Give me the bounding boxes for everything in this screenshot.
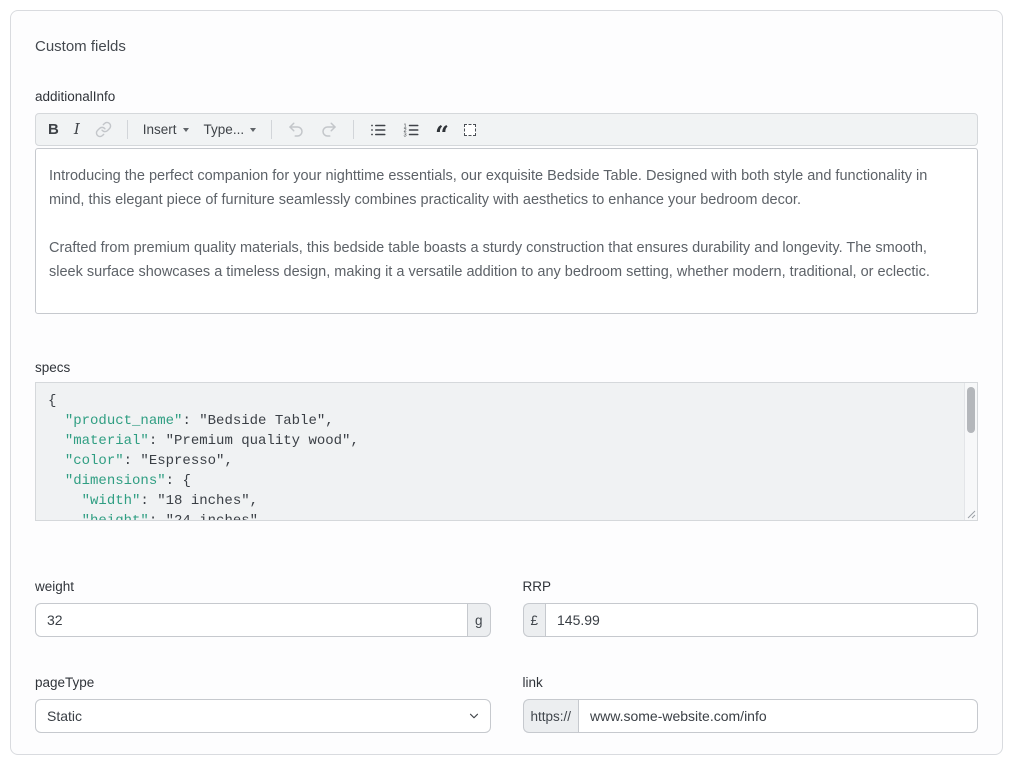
specs-code-line: {	[48, 391, 965, 411]
editor-paragraph: Crafted from premium quality materials, …	[49, 236, 964, 284]
scrollbar-thumb[interactable]	[967, 387, 975, 433]
blockquote-button[interactable]: “	[435, 119, 449, 141]
svg-text:3: 3	[404, 132, 407, 138]
specs-code-line: "dimensions": {	[48, 471, 965, 491]
bullet-list-icon	[369, 121, 387, 139]
link-input-group: https://	[523, 699, 979, 733]
ordered-list-button[interactable]: 1 2 3	[402, 119, 420, 141]
redo-icon	[320, 121, 338, 139]
ordered-list-icon: 1 2 3	[402, 121, 420, 139]
link-icon	[95, 121, 112, 138]
toolbar-divider	[271, 120, 272, 139]
field-row-1: weight g RRP £	[35, 579, 978, 637]
horizontal-rule-button[interactable]	[464, 119, 476, 141]
toolbar-divider	[127, 120, 128, 139]
toolbar-divider	[353, 120, 354, 139]
specs-code-line: "product_name": "Bedside Table",	[48, 411, 965, 431]
rrp-field-group: RRP £	[523, 579, 979, 637]
specs-code: { "product_name": "Bedside Table", "mate…	[36, 383, 977, 521]
type-dropdown[interactable]: Type...	[204, 119, 257, 141]
bullet-list-button[interactable]	[369, 119, 387, 141]
chevron-down-icon	[250, 128, 256, 132]
undo-icon	[287, 121, 305, 139]
chevron-down-icon	[183, 128, 189, 132]
page-type-label: pageType	[35, 675, 491, 690]
page-type-select[interactable]: Static	[35, 699, 491, 733]
link-input[interactable]	[578, 699, 978, 733]
specs-label: specs	[35, 360, 978, 375]
section-title: Custom fields	[35, 11, 978, 55]
insert-dropdown[interactable]: Insert	[143, 119, 189, 141]
resize-handle-icon[interactable]	[965, 508, 976, 519]
scrollbar-track[interactable]	[964, 383, 977, 520]
italic-button[interactable]: I	[74, 119, 80, 141]
additional-info-label: additionalInfo	[35, 89, 978, 104]
rrp-currency-addon: £	[523, 603, 546, 637]
weight-unit-addon: g	[468, 603, 491, 637]
bold-button[interactable]: B	[48, 119, 59, 141]
link-label: link	[523, 675, 979, 690]
rrp-label: RRP	[523, 579, 979, 594]
rte-toolbar: B I Insert Type...	[35, 113, 978, 146]
weight-input-group: g	[35, 603, 491, 637]
custom-fields-panel: Custom fields additionalInfo B I Insert …	[10, 10, 1003, 755]
weight-input[interactable]	[35, 603, 468, 637]
blockquote-icon: “	[435, 130, 449, 140]
redo-button[interactable]	[320, 119, 338, 141]
specs-code-line: "width": "18 inches",	[48, 491, 965, 511]
link-field-group: link https://	[523, 675, 979, 733]
horizontal-rule-icon	[464, 124, 476, 136]
editor-content[interactable]: Introducing the perfect companion for yo…	[35, 148, 978, 314]
link-button[interactable]	[95, 119, 112, 141]
weight-field-group: weight g	[35, 579, 491, 637]
page-type-field-group: pageType Static	[35, 675, 491, 733]
specs-code-line: "material": "Premium quality wood",	[48, 431, 965, 451]
weight-label: weight	[35, 579, 491, 594]
specs-code-line: "height": "24 inches"	[48, 511, 965, 521]
specs-code-line: "color": "Espresso",	[48, 451, 965, 471]
rrp-input[interactable]	[545, 603, 978, 637]
specs-editor[interactable]: { "product_name": "Bedside Table", "mate…	[35, 382, 978, 521]
link-protocol-addon: https://	[523, 699, 579, 733]
undo-button[interactable]	[287, 119, 305, 141]
rrp-input-group: £	[523, 603, 979, 637]
field-row-2: pageType Static link https://	[35, 675, 978, 733]
editor-paragraph: Introducing the perfect companion for yo…	[49, 164, 964, 212]
